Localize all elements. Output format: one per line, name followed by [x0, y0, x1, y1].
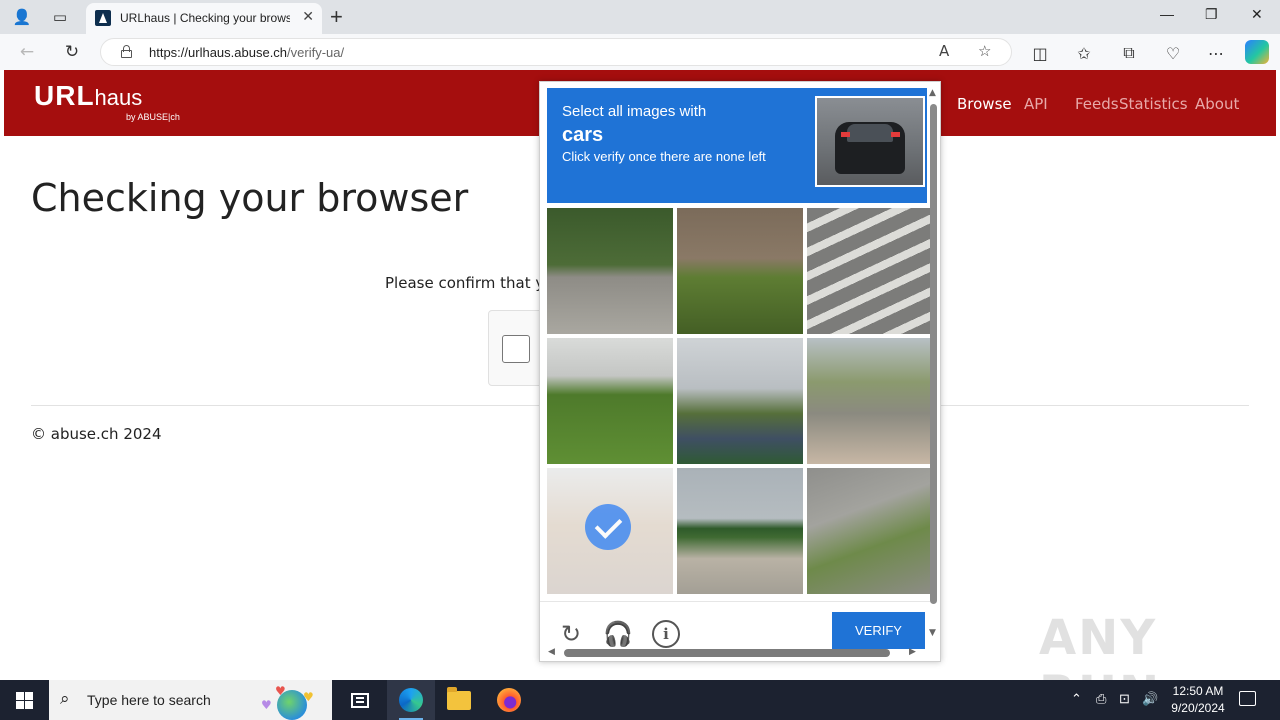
address-bar[interactable]: https://urlhaus.abuse.ch/verify-ua/ A ☆: [100, 38, 1012, 66]
more-menu-icon[interactable]: ⋯: [1204, 41, 1228, 65]
tray-device-icon[interactable]: ⎙: [1096, 691, 1106, 707]
windows-start-icon[interactable]: [16, 692, 33, 709]
nav-api[interactable]: API: [1024, 95, 1048, 113]
urlhaus-favicon-icon: [95, 10, 111, 26]
network-icon[interactable]: ⊡: [1119, 691, 1130, 707]
tail-light: [891, 132, 900, 137]
confirm-text: Please confirm that you: [385, 274, 540, 292]
new-tab-icon[interactable]: +: [330, 4, 343, 30]
clock-time: 12:50 AM: [1172, 684, 1224, 698]
url-text[interactable]: https://urlhaus.abuse.ch/verify-ua/: [149, 45, 344, 60]
example-image: [815, 96, 925, 187]
navigation-bar: ← ↻ https://urlhaus.abuse.ch/verify-ua/ …: [0, 34, 1280, 70]
tray-overflow-icon[interactable]: ⌃: [1071, 691, 1082, 707]
tab-actions-icon[interactable]: ▭: [47, 5, 73, 29]
notification-icon[interactable]: [1239, 691, 1256, 706]
captcha-tile[interactable]: [677, 468, 803, 594]
info-icon[interactable]: i: [652, 620, 680, 648]
horizontal-scrollbar[interactable]: [564, 649, 890, 657]
captcha-tile[interactable]: [807, 468, 933, 594]
browser-tab-active[interactable]: URLhaus | Checking your browser ✕: [86, 3, 322, 34]
scroll-right-icon[interactable]: ▶: [909, 647, 916, 657]
nav-feeds[interactable]: Feeds: [1075, 95, 1119, 113]
prompt-hint: Click verify once there are none left: [562, 149, 766, 164]
scroll-down-icon[interactable]: ▼: [929, 628, 936, 638]
verify-button[interactable]: VERIFY: [832, 612, 925, 649]
taskbar-search[interactable]: ⌕ Type here to search ♥ ♥ ♥: [49, 680, 332, 720]
urlhaus-logo[interactable]: URLhaus by ABUSE|ch: [34, 80, 180, 122]
browser-tab-bar: 👤 ▭ URLhaus | Checking your browser ✕ + …: [0, 0, 1280, 34]
favorite-star-icon[interactable]: ☆: [978, 42, 991, 60]
footer-copyright: © abuse.ch 2024: [31, 425, 162, 443]
tail-light: [841, 132, 850, 137]
refresh-icon[interactable]: ↻: [60, 40, 84, 64]
edge-app-icon[interactable]: [387, 680, 435, 720]
nav-browse[interactable]: Browse: [957, 95, 1012, 113]
refresh-challenge-icon[interactable]: ↻: [557, 620, 585, 648]
close-window-icon[interactable]: ✕: [1251, 6, 1263, 23]
collections-icon[interactable]: ⧉: [1117, 41, 1141, 65]
captcha-tile[interactable]: [547, 468, 673, 594]
nav-statistics[interactable]: Statistics: [1119, 95, 1188, 113]
system-clock[interactable]: 12:50 AM 9/20/2024: [1160, 683, 1236, 717]
captcha-challenge: Select all images with cars Click verify…: [539, 81, 941, 662]
file-explorer-icon[interactable]: [435, 680, 483, 720]
challenge-prompt: Select all images with cars Click verify…: [547, 88, 927, 203]
captcha-tile[interactable]: [807, 338, 933, 464]
captcha-tile[interactable]: [547, 338, 673, 464]
logo-tagline: by ABUSE|ch: [126, 112, 180, 122]
clock-date: 9/20/2024: [1171, 701, 1225, 715]
scroll-left-icon[interactable]: ◀: [548, 647, 555, 657]
search-placeholder: Type here to search: [87, 692, 211, 708]
read-aloud-icon[interactable]: A: [939, 42, 949, 60]
back-icon[interactable]: ←: [15, 40, 39, 64]
captcha-checkbox[interactable]: [502, 335, 530, 363]
browser-essentials-icon[interactable]: ♡: [1161, 41, 1185, 65]
firefox-icon[interactable]: [485, 680, 533, 720]
restore-icon[interactable]: ❐: [1205, 6, 1218, 23]
nav-about[interactable]: About: [1195, 95, 1239, 113]
profile-icon[interactable]: 👤: [9, 5, 35, 29]
minimize-icon[interactable]: —: [1160, 6, 1174, 22]
task-view-icon[interactable]: [336, 680, 384, 720]
audio-challenge-icon[interactable]: 🎧: [603, 620, 633, 648]
search-icon: ⌕: [60, 689, 70, 709]
tab-close-icon[interactable]: ✕: [302, 9, 314, 25]
captcha-tile[interactable]: [677, 338, 803, 464]
page-title: Checking your browser: [31, 176, 469, 220]
scroll-up-icon[interactable]: ▲: [929, 88, 936, 98]
vertical-scrollbar[interactable]: [930, 104, 937, 604]
captcha-divider: [540, 601, 930, 602]
split-screen-icon[interactable]: ◫: [1028, 41, 1052, 65]
selected-check-icon: [585, 504, 631, 550]
favorites-icon[interactable]: ✩: [1072, 41, 1096, 65]
car-window: [847, 124, 893, 142]
captcha-tile[interactable]: [807, 208, 933, 334]
prompt-instruction: Select all images with: [562, 103, 707, 120]
search-highlight-icon: ♥ ♥ ♥: [261, 684, 327, 720]
captcha-tile[interactable]: [677, 208, 803, 334]
lock-icon[interactable]: [121, 45, 132, 58]
taskbar: ⌕ Type here to search ♥ ♥ ♥ ⌃ ⎙ ⊡ 🔊 12:50 …: [0, 680, 1280, 720]
prompt-target: cars: [562, 124, 604, 146]
copilot-icon[interactable]: [1245, 40, 1269, 64]
volume-icon[interactable]: 🔊: [1142, 691, 1158, 707]
tab-title: URLhaus | Checking your browser: [120, 11, 290, 25]
captcha-tile[interactable]: [547, 208, 673, 334]
